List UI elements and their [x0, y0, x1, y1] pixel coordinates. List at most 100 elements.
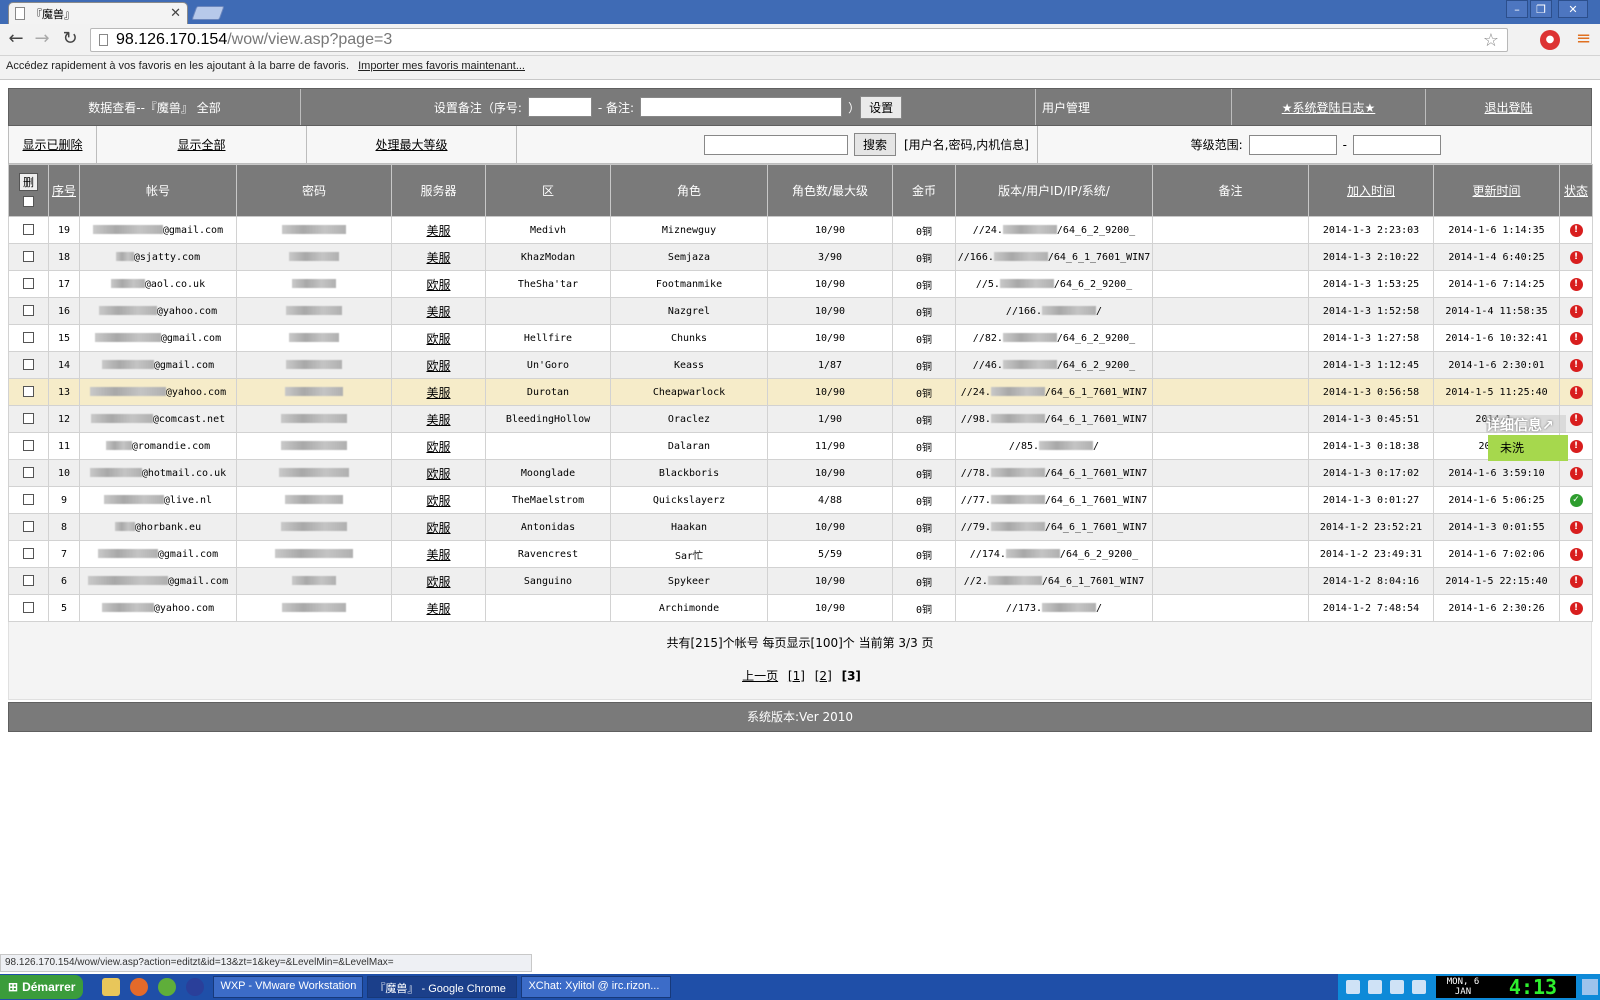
- table-row[interactable]: 15 @gmail.com 欧服 Hellfire Chunks 10/90 0铜//82.…: [8, 324, 1593, 352]
- status-alert-icon[interactable]: !: [1569, 250, 1583, 264]
- status-alert-icon[interactable]: !: [1569, 304, 1583, 318]
- sort-by-status-link[interactable]: 状态: [1564, 184, 1588, 198]
- row-checkbox[interactable]: [23, 305, 34, 317]
- server-link[interactable]: 欧服: [426, 575, 450, 589]
- detail-popup-title[interactable]: 详细信息↗: [1486, 415, 1566, 434]
- level-min-input[interactable]: [1248, 134, 1337, 155]
- row-checkbox[interactable]: [23, 467, 34, 479]
- server-link[interactable]: 欧服: [426, 359, 450, 373]
- table-row[interactable]: 14 @gmail.com 欧服 Un'Goro Keass 1/87 0铜 //46. /64…: [8, 351, 1593, 379]
- sort-by-added-link[interactable]: 加入时间: [1347, 184, 1395, 198]
- row-checkbox[interactable]: [23, 575, 34, 587]
- status-alert-icon[interactable]: !: [1569, 358, 1583, 372]
- table-row[interactable]: 13 @yahoo.com 美服 Durotan Cheapwarlock 10/90 0铜…: [8, 378, 1593, 406]
- table-row[interactable]: 12 @comcast.net 美服 BleedingHollow Oraclez 1/9…: [8, 405, 1593, 433]
- table-row[interactable]: 8 @horbank.eu 欧服 Antonidas Haakan 10/90 0铜//79…: [8, 513, 1593, 541]
- forward-arrow-icon[interactable]: →: [30, 28, 54, 52]
- start-button[interactable]: ⊞ Démarrer: [0, 975, 84, 999]
- process-max-level-link[interactable]: 处理最大等级: [375, 136, 447, 153]
- status-alert-icon[interactable]: !: [1569, 547, 1583, 561]
- volume-icon[interactable]: [1412, 980, 1426, 994]
- row-checkbox[interactable]: [23, 440, 34, 452]
- task-chrome[interactable]: 『魔兽』 - Google Chrome: [367, 976, 518, 998]
- firefox-icon[interactable]: [130, 978, 149, 996]
- gear-icon[interactable]: [158, 978, 177, 996]
- server-link[interactable]: 美服: [426, 305, 450, 319]
- server-link[interactable]: 美服: [426, 413, 450, 427]
- new-tab-button[interactable]: [191, 6, 225, 20]
- reload-icon[interactable]: ↻: [58, 28, 82, 52]
- table-row[interactable]: 7 @gmail.com 美服 Ravencrest Sar忙 5/59 0铜//174. /…: [8, 540, 1593, 568]
- server-link[interactable]: 美服: [426, 224, 450, 238]
- server-link[interactable]: 美服: [426, 386, 450, 400]
- import-bookmarks-link[interactable]: Importer mes favoris maintenant...: [358, 60, 525, 72]
- tray-expand-icon[interactable]: [1346, 980, 1360, 994]
- status-alert-icon[interactable]: !: [1569, 466, 1583, 480]
- page-1-link[interactable]: [1]: [788, 669, 805, 683]
- server-link[interactable]: 美服: [426, 548, 450, 562]
- clock-time[interactable]: 4:13: [1490, 976, 1576, 998]
- chrome-menu-icon[interactable]: ≡: [1576, 29, 1591, 49]
- level-max-input[interactable]: [1353, 134, 1441, 155]
- select-all-checkbox[interactable]: [23, 196, 34, 207]
- row-checkbox[interactable]: [23, 278, 34, 290]
- row-checkbox[interactable]: [23, 332, 34, 344]
- show-desktop-icon[interactable]: [1582, 979, 1598, 995]
- table-row[interactable]: 9 @live.nl 欧服 TheMaelstrom Quickslayerz 4/88 0…: [8, 486, 1593, 514]
- row-checkbox[interactable]: [23, 359, 34, 371]
- address-bar[interactable]: 98.126.170.154/wow/view.asp?page=3 ☆: [90, 28, 1508, 52]
- table-row[interactable]: 17 @aol.co.uk 欧服 TheSha'tar Footmanmike 10/90…: [8, 270, 1593, 298]
- restore-icon[interactable]: ❐: [1530, 0, 1552, 18]
- table-row[interactable]: 5 @yahoo.com 美服 Archimonde 10/90 0铜 //173. / 201…: [8, 594, 1593, 622]
- show-deleted-link[interactable]: 显示已删除: [22, 136, 82, 153]
- logout-link[interactable]: 退出登陆: [1484, 99, 1532, 116]
- bookmark-star-icon[interactable]: ☆: [1483, 30, 1499, 51]
- monitor-icon[interactable]: [1390, 980, 1404, 994]
- server-link[interactable]: 欧服: [426, 440, 450, 454]
- page-2-link[interactable]: [2]: [815, 669, 832, 683]
- status-alert-icon[interactable]: !: [1569, 412, 1583, 426]
- back-arrow-icon[interactable]: ←: [4, 28, 28, 52]
- search-button[interactable]: 搜索: [853, 133, 896, 156]
- status-alert-icon[interactable]: !: [1569, 601, 1583, 615]
- table-row[interactable]: 18 @sjatty.com 美服 KhazModan Semjaza 3/90 0铜//1…: [8, 243, 1593, 271]
- row-checkbox[interactable]: [23, 548, 34, 560]
- task-xchat[interactable]: XChat: Xylitol @ irc.rizon...: [521, 976, 672, 998]
- table-row[interactable]: 11 @romandie.com 欧服 Dalaran 11/90 0铜 //85. / 201…: [8, 432, 1593, 460]
- server-link[interactable]: 欧服: [426, 332, 450, 346]
- status-alert-icon[interactable]: !: [1569, 520, 1583, 534]
- status-alert-icon[interactable]: !: [1569, 277, 1583, 291]
- row-checkbox[interactable]: [23, 494, 34, 506]
- status-alert-icon[interactable]: !: [1569, 223, 1583, 237]
- server-link[interactable]: 欧服: [426, 467, 450, 481]
- status-alert-icon[interactable]: !: [1569, 385, 1583, 399]
- status-alert-icon[interactable]: !: [1569, 331, 1583, 345]
- row-checkbox[interactable]: [23, 386, 34, 398]
- row-checkbox[interactable]: [23, 521, 34, 533]
- status-alert-icon[interactable]: !: [1569, 439, 1583, 453]
- table-row[interactable]: 6 @gmail.com 欧服 Sanguino Spykeer 10/90 0铜//2. /…: [8, 567, 1593, 595]
- user-management-label[interactable]: 用户管理: [1036, 89, 1232, 125]
- network-icon[interactable]: [1368, 980, 1382, 994]
- table-row[interactable]: 10 @hotmail.co.uk 欧服 Moonglade Blackboris 10/…: [8, 459, 1593, 487]
- prev-page-link[interactable]: 上一页: [742, 669, 778, 683]
- tab-close-icon[interactable]: ✕: [170, 6, 181, 21]
- show-all-link[interactable]: 显示全部: [177, 136, 225, 153]
- extension-icon[interactable]: ●: [1540, 30, 1560, 50]
- table-row[interactable]: 19 @gmail.com 美服 Medivh Miznewguy 10/90 0铜//24…: [8, 216, 1593, 244]
- server-link[interactable]: 欧服: [426, 278, 450, 292]
- lock-icon[interactable]: [186, 978, 205, 996]
- browser-tab[interactable]: 『魔兽』 ✕: [8, 2, 188, 24]
- folder-icon[interactable]: [102, 978, 121, 996]
- server-link[interactable]: 欧服: [426, 494, 450, 508]
- task-vmware[interactable]: WXP - VMware Workstation: [213, 976, 364, 998]
- row-checkbox[interactable]: [23, 224, 34, 236]
- status-ok-icon[interactable]: ✓: [1569, 493, 1583, 507]
- remark-note-input[interactable]: [640, 97, 843, 117]
- row-checkbox[interactable]: [23, 413, 34, 425]
- sort-by-index-link[interactable]: 序号: [52, 184, 76, 198]
- set-remark-button[interactable]: 设置: [860, 95, 903, 119]
- row-checkbox[interactable]: [23, 602, 34, 614]
- window-close-icon[interactable]: ✕: [1558, 0, 1588, 18]
- status-alert-icon[interactable]: !: [1569, 574, 1583, 588]
